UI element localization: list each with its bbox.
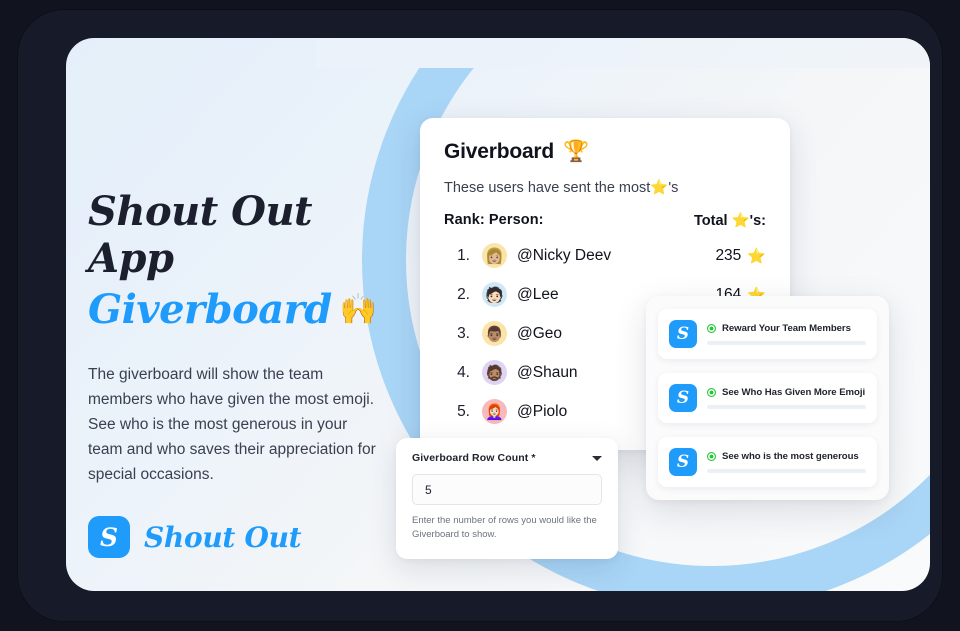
- status-online-icon: [707, 452, 716, 461]
- placeholder-bar: [707, 469, 866, 473]
- table-row[interactable]: 1. 👩🏼 @Nicky Deev 235 ⭐: [444, 243, 766, 268]
- avatar: 🧔🏽: [482, 360, 507, 385]
- notification-title-line: See Who Has Given More Emoji: [707, 387, 866, 398]
- giverboard-column-headers: Rank: Person: Total ⭐'s:: [444, 212, 766, 229]
- person-handle: @Geo: [517, 324, 563, 342]
- shoutout-app-icon: S: [669, 448, 697, 476]
- status-online-icon: [707, 388, 716, 397]
- column-header-rank-person: Rank: Person:: [444, 212, 544, 228]
- raising-hands-icon: 🙌: [339, 292, 377, 328]
- placeholder-bar: [707, 341, 866, 345]
- notification-title-line: See who is the most generous: [707, 451, 866, 462]
- notification-title: Reward Your Team Members: [722, 323, 851, 334]
- notifications-card: S Reward Your Team Members S See Who Has…: [646, 296, 889, 500]
- notification-title-line: Reward Your Team Members: [707, 323, 866, 334]
- shoutout-app-icon: S: [88, 516, 130, 558]
- giverboard-title: Giverboard 🏆: [444, 140, 766, 164]
- notification-title: See Who Has Given More Emoji: [722, 387, 866, 398]
- app-screen: Shout Out App Giverboard 🙌 The giverboar…: [66, 38, 930, 591]
- page-subtitle: Giverboard 🙌: [88, 286, 406, 333]
- star-icon: ⭐: [747, 247, 766, 265]
- list-item[interactable]: S See who is the most generous: [658, 437, 877, 487]
- person-handle: @Piolo: [517, 402, 568, 420]
- hero-body-text: The giverboard will show the team member…: [88, 365, 376, 483]
- giverboard-subtitle: These users have sent the most⭐'s: [444, 180, 679, 196]
- shoutout-app-icon: S: [669, 384, 697, 412]
- form-label-row: Giverboard Row Count *: [412, 452, 602, 464]
- chevron-down-icon[interactable]: [592, 455, 602, 461]
- device-frame: Shout Out App Giverboard 🙌 The giverboar…: [18, 10, 942, 621]
- page-subtitle-text: Giverboard: [88, 286, 332, 334]
- rank-number: 4.: [457, 363, 470, 381]
- placeholder-bar: [707, 405, 866, 409]
- list-item[interactable]: S Reward Your Team Members: [658, 309, 877, 359]
- score-cell: 235 ⭐: [715, 247, 766, 265]
- status-online-icon: [707, 324, 716, 333]
- rank-number: 1.: [457, 246, 470, 264]
- notification-title: See who is the most generous: [722, 451, 859, 462]
- avatar: 👨🏽: [482, 321, 507, 346]
- hero-text-block: Shout Out App Giverboard 🙌 The giverboar…: [88, 188, 406, 487]
- row-count-form-card: Giverboard Row Count * Enter the number …: [396, 438, 618, 559]
- avatar: 👩🏻‍🦰: [482, 399, 507, 424]
- score-value: 235: [715, 246, 742, 264]
- rank-number: 3.: [457, 324, 470, 342]
- list-item[interactable]: S See Who Has Given More Emoji: [658, 373, 877, 423]
- rank-number: 5.: [457, 402, 470, 420]
- person-handle: @Shaun: [517, 363, 578, 381]
- brand-logo-lockup: S Shout Out: [88, 516, 302, 558]
- person-handle: @Nicky Deev: [517, 246, 612, 264]
- notification-body: See Who Has Given More Emoji: [707, 387, 866, 409]
- trophy-icon: 🏆: [563, 140, 589, 163]
- column-header-total-stars: Total ⭐'s:: [694, 213, 766, 229]
- person-handle: @Lee: [517, 285, 559, 303]
- background-arc-mask: [316, 38, 930, 68]
- rank-number: 2.: [457, 285, 470, 303]
- notification-body: See who is the most generous: [707, 451, 866, 473]
- avatar: 🧑🏻: [482, 282, 507, 307]
- avatar: 👩🏼: [482, 243, 507, 268]
- row-count-input[interactable]: [412, 474, 602, 505]
- row-count-label: Giverboard Row Count *: [412, 452, 536, 464]
- notification-body: Reward Your Team Members: [707, 323, 866, 345]
- brand-name: Shout Out: [144, 520, 302, 554]
- giverboard-title-text: Giverboard: [444, 140, 555, 163]
- page-title: Shout Out App: [88, 188, 313, 283]
- row-count-helper-text: Enter the number of rows you would like …: [412, 515, 597, 541]
- shoutout-app-icon: S: [669, 320, 697, 348]
